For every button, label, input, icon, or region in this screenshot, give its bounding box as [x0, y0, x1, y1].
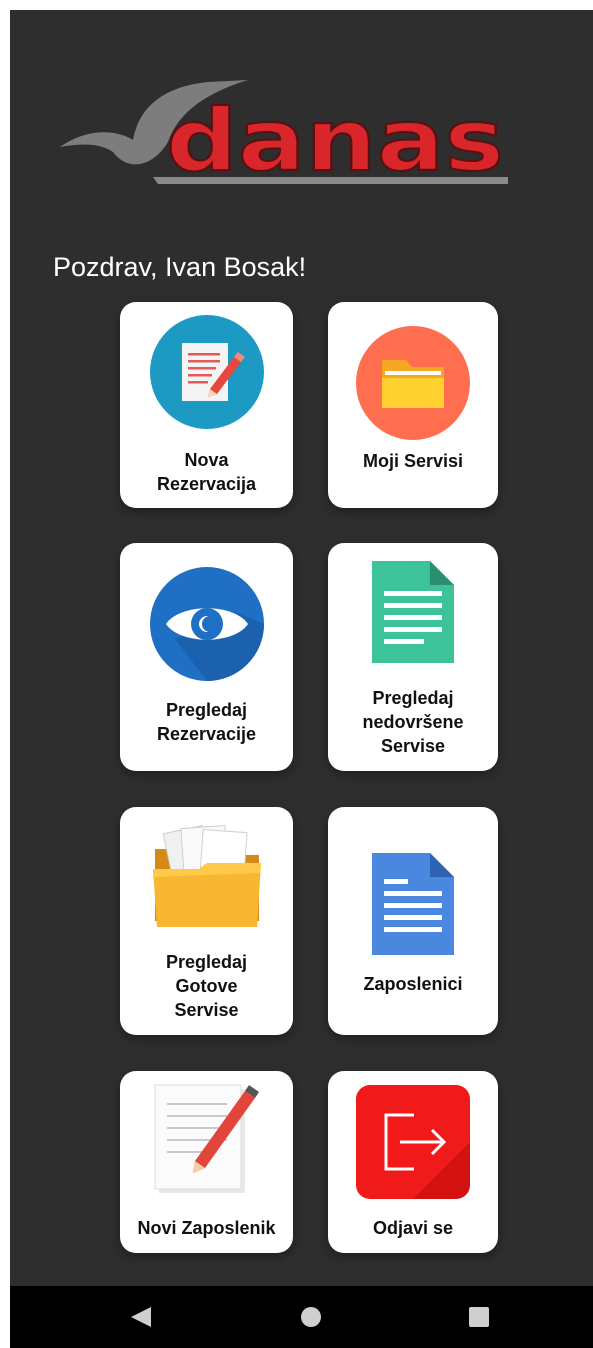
pregledaj-rezervacije-button[interactable]: Pregledaj Rezervacije [120, 543, 293, 771]
folder-icon [356, 326, 470, 440]
logo-text: danas [166, 91, 504, 191]
novi-zaposlenik-button[interactable]: Novi Zaposlenik [120, 1071, 293, 1253]
home-circle-icon [301, 1307, 321, 1327]
green-document-icon [372, 561, 454, 663]
nova-rezervacija-button[interactable]: Nova Rezervacija [120, 302, 293, 508]
nova-rezervacija-label: Nova Rezervacija [156, 450, 257, 494]
pregledaj-gotove-button[interactable]: Pregledaj Gotove Servise [120, 807, 293, 1035]
back-triangle-icon [131, 1307, 151, 1327]
odjavi-se-label: Odjavi se [372, 1218, 454, 1238]
odjavi-se-button[interactable]: Odjavi se [328, 1071, 498, 1253]
blue-document-icon [372, 853, 454, 955]
logout-icon [356, 1085, 470, 1199]
nav-back-button[interactable] [101, 1286, 181, 1348]
moji-servisi-label: Moji Servisi [362, 451, 464, 471]
recents-square-icon [469, 1307, 489, 1327]
pregledaj-nedovrsene-button[interactable]: Pregledaj nedovršene Servise [328, 543, 498, 771]
nav-recents-button[interactable] [440, 1286, 520, 1348]
zaposlenici-button[interactable]: Zaposlenici [328, 807, 498, 1035]
pregledaj-nedovrsene-label: Pregledaj nedovršene Servise [362, 688, 464, 756]
pregledaj-gotove-label: Pregledaj Gotove Servise [165, 952, 248, 1020]
moji-servisi-button[interactable]: Moji Servisi [328, 302, 498, 508]
nav-home-button[interactable] [271, 1286, 351, 1348]
greeting-text: Pozdrav, Ivan Bosak! [53, 252, 307, 282]
document-edit-icon [149, 315, 264, 429]
novi-zaposlenik-label: Novi Zaposlenik [137, 1218, 276, 1238]
pencil-paper-icon [154, 1084, 259, 1193]
system-nav-bar [10, 1286, 593, 1348]
open-folder-icon [152, 824, 261, 927]
app-screen: danas Pozdrav, Ivan Bosak! Nova Rezervac… [10, 10, 593, 1348]
zaposlenici-label: Zaposlenici [363, 974, 463, 994]
eye-icon [149, 567, 264, 681]
danas-logo: danas [60, 80, 508, 192]
pregledaj-rezervacije-label: Pregledaj Rezervacije [156, 700, 257, 744]
